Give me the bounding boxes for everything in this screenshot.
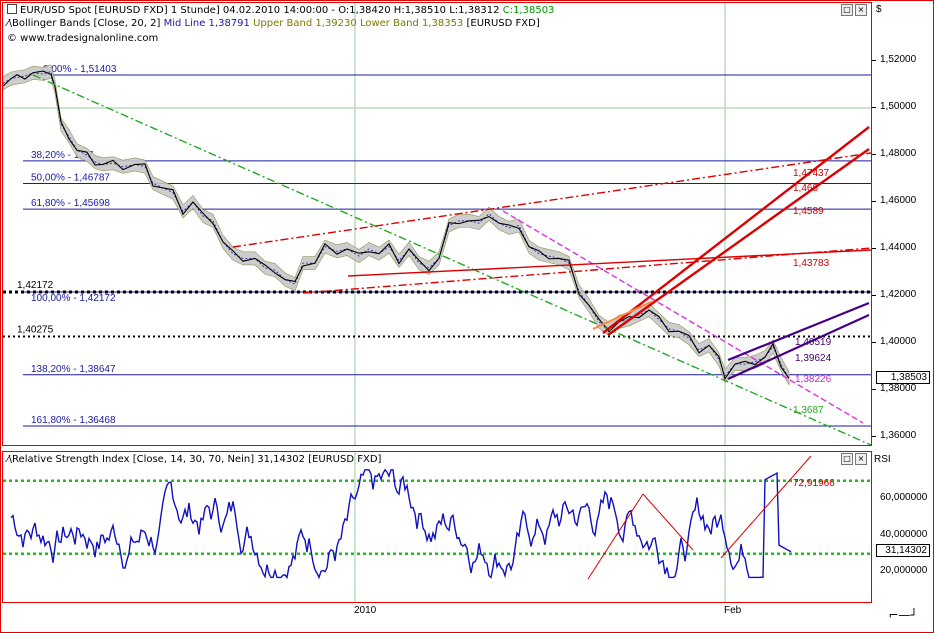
- rsi-header: ⁄\Relative Strength Index [Close, 14, 30…: [7, 454, 381, 465]
- fib-label-f61: 61,80% - 1,45698: [31, 198, 110, 209]
- last-price-badge: 1,38503: [876, 371, 930, 384]
- annotation-6: 1,39624: [795, 353, 832, 364]
- rsi-tick-label: 60,000000: [880, 492, 927, 503]
- price-tick-mark: [872, 154, 876, 155]
- fib-label-f100: 100,00% - 1,42172: [31, 293, 116, 304]
- price-tick-label: 1,38000: [880, 383, 916, 394]
- support-label-1: 1,42172: [17, 280, 54, 291]
- annotation-3: 1,4589: [793, 206, 824, 217]
- time-axis[interactable]: 2010 Feb: [2, 603, 870, 629]
- price-tick-label: 1,48000: [880, 148, 916, 159]
- rsi-red-line-2: [643, 494, 693, 550]
- time-label-2010: 2010: [354, 605, 376, 616]
- red-steep-lower: [608, 149, 869, 335]
- price-tick-label: 1,44000: [880, 242, 916, 253]
- price-tick-mark: [872, 342, 876, 343]
- time-label-feb: Feb: [724, 605, 741, 616]
- scroll-to-end-button[interactable]: ⌐—┘: [878, 604, 928, 626]
- bollinger-lower: Lower Band 1,38353: [360, 18, 463, 29]
- rsi-pane[interactable]: 72,91966 ⁄\Relative Strength Index [Clos…: [2, 451, 872, 603]
- price-tick-mark: [872, 389, 876, 390]
- price-tick-mark: [872, 107, 876, 108]
- price-tick-label: 1,52000: [880, 54, 916, 65]
- annotation-4: 1,43783: [793, 258, 830, 269]
- purple-channel-upper: [728, 303, 869, 360]
- symbol-header: EUR/USD Spot [EURUSD FXD] 1 Stunde] 04.0…: [7, 4, 554, 16]
- symbol-title: EUR/USD Spot [EURUSD FXD] 1 Stunde] 04.0…: [20, 5, 500, 16]
- rsi-tick-label: 40,000000: [880, 529, 927, 540]
- rsi-close-button[interactable]: ×: [855, 453, 867, 465]
- rsi-axis[interactable]: RSI 60,000000 40,000000 20,000000 31,14302: [872, 451, 932, 601]
- chart-type-icon: [7, 4, 17, 14]
- rsi-maximize-button[interactable]: □: [841, 453, 853, 465]
- price-tick-label: 1,36000: [880, 430, 916, 441]
- fib-label-f161: 161,80% - 1,36468: [31, 415, 116, 426]
- rsi-title: Relative Strength Index [Close, 14, 30, …: [12, 454, 254, 465]
- fib-label-f0: 0,00% - 1,51403: [43, 64, 117, 75]
- price-tick-label: 1,46000: [880, 195, 916, 206]
- price-chart-canvas[interactable]: 0,00% - 1,5140338,20% - 1,47...50,00% - …: [3, 3, 871, 445]
- fib-label-f138: 138,20% - 1,38647: [31, 364, 116, 375]
- main-pane-window-buttons: □ ×: [841, 4, 867, 16]
- red-steep-upper: [603, 127, 869, 333]
- annotation-8: 1,3687: [793, 405, 824, 416]
- rsi-red-line-1: [588, 494, 643, 579]
- bollinger-band-area: [3, 65, 789, 385]
- rsi-axis-label: RSI: [874, 454, 891, 465]
- price-tick-mark: [872, 295, 876, 296]
- magenta-trendline: [503, 211, 863, 423]
- price-tick-mark: [872, 60, 876, 61]
- support-label-2: 1,40275: [17, 325, 54, 336]
- rsi-last-value-badge: 31,14302: [876, 544, 930, 557]
- bollinger-title: Bollinger Bands [Close, 20, 2]: [12, 18, 160, 29]
- rsi-annotation: 72,91966: [793, 478, 835, 489]
- rsi-line: [11, 470, 791, 578]
- bollinger-upper: Upper Band 1,39230: [253, 18, 357, 29]
- source-credit: © www.tradesignalonline.com: [7, 33, 158, 44]
- price-tick-label: 1,50000: [880, 101, 916, 112]
- rsi-value: 31,14302: [257, 454, 305, 465]
- price-tick-mark: [872, 201, 876, 202]
- rsi-tick-label: 20,000000: [880, 565, 927, 576]
- price-tick-label: 1,40000: [880, 336, 916, 347]
- annotation-7: 1,38226: [795, 374, 832, 385]
- bollinger-suffix: [EURUSD FXD]: [466, 18, 539, 29]
- currency-label: $: [876, 4, 882, 15]
- rsi-canvas[interactable]: 72,91966: [3, 452, 871, 602]
- annotation-5: 1,40519: [795, 337, 832, 348]
- annotation-1: 1,47437: [793, 168, 830, 179]
- fib-label-f50: 50,00% - 1,46787: [31, 173, 110, 184]
- bollinger-mid: Mid Line 1,38791: [164, 18, 250, 29]
- price-tick-label: 1,42000: [880, 289, 916, 300]
- maximize-pane-button[interactable]: □: [841, 4, 853, 16]
- price-chart-pane[interactable]: 0,00% - 1,5140338,20% - 1,47...50,00% - …: [2, 2, 872, 446]
- bollinger-header: ⁄\Bollinger Bands [Close, 20, 2] Mid Lin…: [7, 18, 540, 29]
- close-value: C:1,38503: [503, 5, 555, 16]
- price-axis[interactable]: $ 1,52000 1,50000 1,48000 1,46000 1,44000 1,4…: [872, 2, 932, 446]
- rsi-suffix: [EURUSD FXD]: [308, 454, 381, 465]
- annotation-2: 1,468: [793, 183, 818, 194]
- rsi-pane-window-buttons: □ ×: [841, 453, 867, 465]
- close-pane-button[interactable]: ×: [855, 4, 867, 16]
- rsi-red-line-3: [721, 456, 811, 558]
- price-tick-mark: [872, 248, 876, 249]
- green-trendline: [33, 75, 871, 445]
- price-tick-mark: [872, 436, 876, 437]
